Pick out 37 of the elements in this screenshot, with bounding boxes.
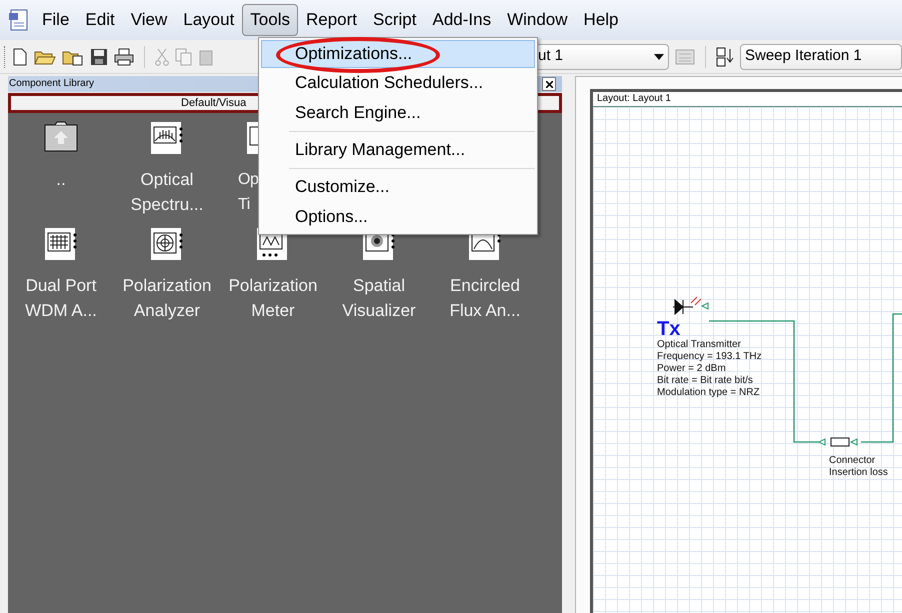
library-path: Default/Visua: [180, 98, 246, 108]
layout-title: Layout: Layout 1: [596, 94, 671, 104]
component-label: Op Ti: [238, 170, 259, 215]
menu-item[interactable]: Add-Ins: [424, 4, 500, 36]
new-file-icon[interactable]: [12, 48, 28, 66]
sweep-icon[interactable]: [716, 46, 734, 66]
menu-item[interactable]: Tools: [242, 4, 298, 36]
panel-title: Component Library: [8, 79, 94, 89]
component-symbol: Tx: [657, 319, 680, 339]
menu-item[interactable]: Help: [576, 4, 627, 36]
close-icon: [546, 80, 552, 88]
menu-option[interactable]: Library Management...: [261, 135, 535, 165]
component-properties: Optical Transmitter Frequency = 193.1 THz Power = 2 dBm Bit rate = Bit rate bit/s Modulation type = NRZ: [657, 339, 762, 399]
app-icon: [8, 9, 30, 31]
component-label: Encircled Flux An...: [450, 275, 520, 322]
save-icon[interactable]: [90, 48, 108, 66]
menu-item[interactable]: Script: [365, 4, 424, 36]
sweep-iteration-dropdown[interactable]: Sweep Iteration 1: [740, 44, 902, 70]
component-label: Optical Spectru...: [130, 169, 204, 216]
menu-option[interactable]: Customize...: [261, 172, 535, 202]
component-label: Dual Port WDM A...: [25, 275, 97, 322]
menu-option[interactable]: Options...: [261, 202, 535, 232]
menu-item[interactable]: File: [34, 4, 78, 36]
component-label: ..: [56, 169, 66, 191]
menu-item[interactable]: Report: [298, 4, 366, 36]
menu-item[interactable]: Layout: [175, 4, 242, 36]
menu-item[interactable]: Window: [499, 4, 576, 36]
printer-icon[interactable]: [114, 48, 134, 66]
menu-item[interactable]: View: [122, 4, 176, 36]
close-button[interactable]: [542, 77, 556, 91]
component-properties: Connector Insertion loss: [829, 455, 888, 479]
dropdown-arrow-icon: [654, 54, 664, 60]
component-label: Spatial Visualizer: [342, 275, 416, 322]
menu-option[interactable]: Search Engine...: [261, 98, 535, 128]
component-label: Polarization Meter: [228, 275, 318, 322]
component-label: Polarization Analyzer: [122, 275, 212, 322]
menu-item[interactable]: Edit: [77, 4, 123, 36]
